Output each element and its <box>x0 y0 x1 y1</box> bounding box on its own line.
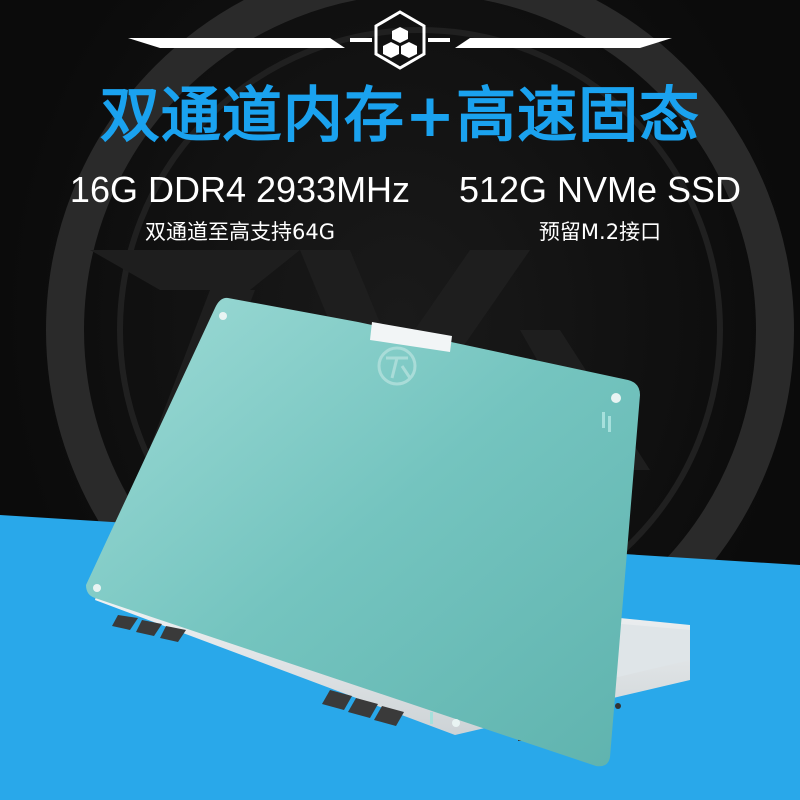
storage-note: 预留M.2接口 <box>538 220 662 244</box>
hexagon-cluster-icon <box>374 10 426 70</box>
headline: 双通道内存+高速固态 <box>99 81 701 151</box>
storage-spec: 512G NVMe SSD <box>458 169 742 210</box>
product-banner: 双通道内存+高速固态 16G DDR4 2933MHz 双通道至高支持64G 5… <box>0 0 800 800</box>
memory-note: 双通道至高支持64G <box>145 220 335 244</box>
storage-spec-block: 512G NVMe SSD 预留M.2接口 <box>440 168 760 246</box>
memory-spec: 16G DDR4 2933MHz <box>69 169 411 210</box>
memory-spec-block: 16G DDR4 2933MHz 双通道至高支持64G <box>50 168 430 246</box>
